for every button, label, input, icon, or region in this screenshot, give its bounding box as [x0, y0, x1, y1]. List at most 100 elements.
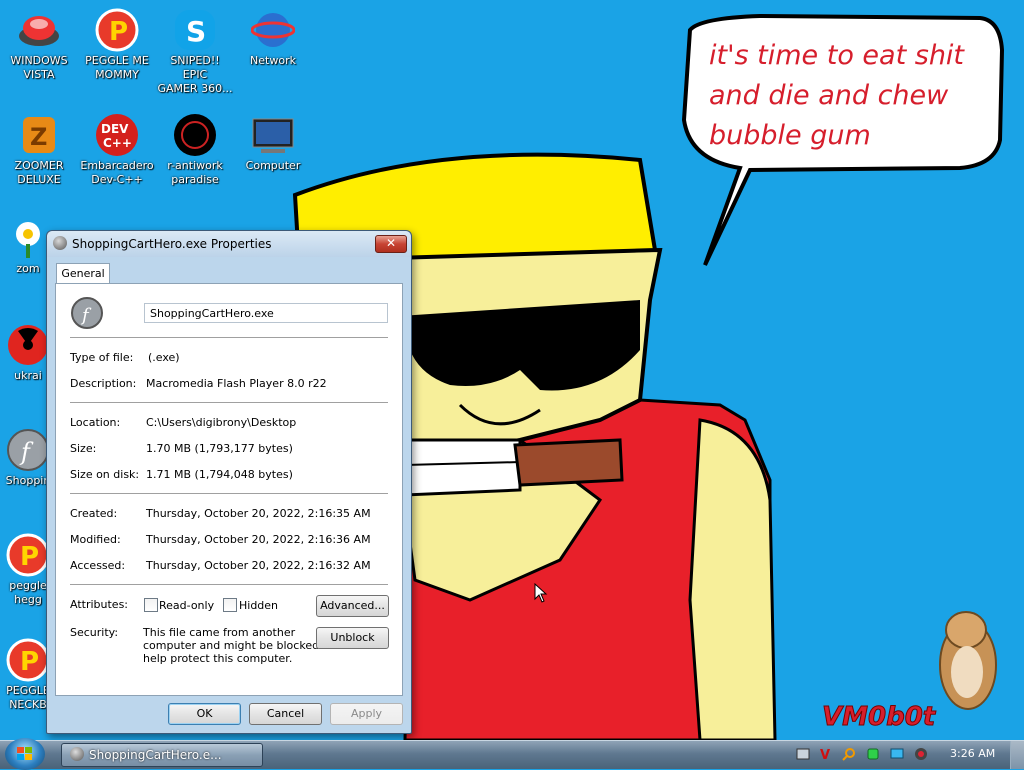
separator [70, 337, 388, 338]
dialog-title: ShoppingCartHero.exe Properties [72, 237, 272, 251]
separator [70, 493, 388, 494]
desktop-icon-label: ZOOMER DELUXE [14, 159, 64, 186]
svg-text:DEV: DEV [101, 122, 129, 136]
flash-icon: f [6, 428, 50, 472]
desktop-icon-computer[interactable]: Computer [235, 113, 311, 173]
security-text-line: help protect this computer. [143, 652, 293, 665]
desktop: it's time to eat shit and die and chew b… [0, 0, 1024, 740]
desktop-icon-r-antiwork[interactable]: r-antiwork paradise [157, 113, 233, 187]
svg-text:P: P [20, 542, 39, 572]
read-only-checkbox[interactable] [144, 598, 158, 612]
desktop-icon-zoomer-deluxe[interactable]: Z ZOOMER DELUXE [1, 113, 77, 187]
tray-green-icon[interactable] [866, 747, 880, 761]
security-text-line: computer and might be blocked to [143, 639, 334, 652]
description-label: Description: [70, 377, 137, 390]
desktop-icon-label: r-antiwork paradise [167, 159, 223, 186]
tray-network-icon[interactable] [796, 747, 810, 761]
size-label: Size: [70, 442, 97, 455]
unblock-button[interactable]: Unblock [316, 627, 389, 649]
vista-dome-icon [17, 8, 61, 52]
svg-text:V: V [820, 748, 830, 761]
system-tray: V [792, 743, 942, 765]
size-on-disk-label: Size on disk: [70, 468, 140, 481]
devcpp-icon: DEV C++ [95, 113, 139, 157]
type-of-file-value: (.exe) [148, 351, 180, 364]
network-globe-icon [250, 8, 296, 52]
desktop-icon-windows-vista[interactable]: WINDOWS VISTA [1, 8, 77, 82]
modified-value: Thursday, October 20, 2022, 2:16:36 AM [146, 533, 371, 546]
show-desktop-button[interactable] [1010, 741, 1024, 769]
desktop-icon-sniped[interactable]: S SNIPED!! EPIC GAMER 360... [157, 8, 233, 96]
taskbar-clock[interactable]: 3:26 AM [950, 747, 996, 760]
desktop-icon-network[interactable]: Network [235, 8, 311, 68]
tray-search-icon[interactable] [842, 747, 856, 761]
security-label: Security: [70, 626, 119, 639]
tray-volume-icon[interactable] [914, 747, 928, 761]
taskbar: ShoppingCartHero.e... V 3:26 AM [0, 738, 1024, 770]
dialog-titlebar[interactable]: ShoppingCartHero.exe Properties ✕ [47, 231, 411, 257]
filename-field[interactable]: ShoppingCartHero.exe [144, 303, 388, 323]
mouse-cursor-icon [534, 583, 548, 603]
tray-monitor-icon[interactable] [890, 747, 904, 761]
wallpaper-watermark: VM0b0t [821, 702, 936, 733]
general-tab-panel: f ShoppingCartHero.exe Type of file: (.e… [55, 283, 403, 696]
antiwork-icon [173, 113, 217, 157]
speech-line-1: it's time to eat shit [709, 40, 965, 71]
taskbar-task-properties[interactable]: ShoppingCartHero.e... [61, 743, 263, 767]
tray-v-icon[interactable]: V [818, 747, 832, 761]
hidden-label: Hidden [239, 599, 279, 612]
description-value: Macromedia Flash Player 8.0 r22 [146, 377, 327, 390]
speech-bubble-text: it's time to eat shit and die and chew b… [709, 36, 989, 156]
desktop-icon-label: Computer [245, 159, 301, 172]
desktop-icon-label: Network [250, 54, 296, 67]
file-type-icon: f [70, 296, 104, 330]
flash-icon [53, 236, 67, 250]
security-text-line: This file came from another [143, 626, 296, 639]
skype-icon: S [173, 8, 217, 52]
advanced-button[interactable]: Advanced... [316, 595, 389, 617]
computer-icon [251, 113, 295, 157]
close-button[interactable]: ✕ [375, 235, 407, 253]
apply-button[interactable]: Apply [330, 703, 403, 725]
location-label: Location: [70, 416, 121, 429]
flower-icon [6, 216, 50, 260]
desktop-icon-label: WINDOWS VISTA [10, 54, 68, 81]
svg-text:Z: Z [30, 123, 47, 151]
attributes-label: Attributes: [70, 598, 129, 611]
created-label: Created: [70, 507, 118, 520]
size-value: 1.70 MB (1,793,177 bytes) [146, 442, 293, 455]
desktop-icon-label: PEGGLE ME MOMMY [85, 54, 149, 81]
desktop-icon-peggle-me-mommy[interactable]: P PEGGLE ME MOMMY [79, 8, 155, 82]
start-button[interactable] [5, 738, 45, 770]
separator [70, 402, 388, 403]
separator [70, 584, 388, 585]
accessed-label: Accessed: [70, 559, 126, 572]
cancel-button[interactable]: Cancel [249, 703, 322, 725]
peggle-icon: P [6, 533, 50, 577]
speech-line-2: and die and chew [709, 80, 949, 111]
type-of-file-label: Type of file: [70, 351, 134, 364]
security-message: This file came from another computer and… [143, 626, 334, 665]
accessed-value: Thursday, October 20, 2022, 2:16:32 AM [146, 559, 371, 572]
read-only-label: Read-only [159, 599, 215, 612]
radiation-icon [6, 323, 50, 367]
windows-flag-icon [17, 747, 32, 760]
desktop-icon-label: Embarcadero Dev-C++ [80, 159, 154, 186]
hidden-checkbox[interactable] [223, 598, 237, 612]
created-value: Thursday, October 20, 2022, 2:16:35 AM [146, 507, 371, 520]
peggle-icon: P [6, 638, 50, 682]
modified-label: Modified: [70, 533, 121, 546]
svg-text:P: P [109, 17, 128, 47]
svg-text:S: S [186, 15, 206, 48]
tab-strip: General [55, 263, 403, 285]
location-value: C:\Users\digibrony\Desktop [146, 416, 297, 429]
desktop-icon-dev-cpp[interactable]: DEV C++ Embarcadero Dev-C++ [79, 113, 155, 187]
ok-button[interactable]: OK [168, 703, 241, 725]
taskbar-task-label: ShoppingCartHero.e... [89, 748, 222, 762]
tab-general[interactable]: General [56, 263, 110, 285]
desktop-icon-label: SNIPED!! EPIC GAMER 360... [157, 54, 233, 95]
peggle-icon: P [95, 8, 139, 52]
speech-line-3: bubble gum [709, 120, 871, 151]
zoomer-icon: Z [17, 113, 61, 157]
properties-dialog: ShoppingCartHero.exe Properties ✕ Genera… [46, 230, 412, 734]
